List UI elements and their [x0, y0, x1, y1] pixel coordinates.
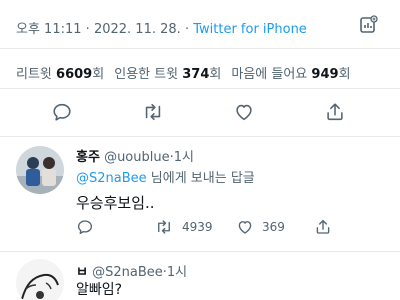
reply-button[interactable] — [76, 218, 102, 236]
like-count: 369 — [262, 220, 285, 234]
reply-time: 1시 — [173, 150, 194, 165]
user-handle[interactable]: @uoublue — [104, 150, 170, 165]
tweet-time: 오후 11:11 — [16, 22, 82, 37]
reply-icon — [53, 103, 71, 121]
reply-button[interactable] — [49, 99, 75, 125]
reply-text: 우승후보임.. — [76, 194, 155, 212]
avatar-photo — [16, 146, 64, 194]
tweet-date: 2022. 11. 28. — [93, 22, 181, 37]
display-name[interactable]: 홍주 — [76, 150, 100, 165]
reply-icon — [77, 220, 93, 235]
tweet-stats: 리트윗 6609회 인용한 트윗 374회 마음에 들어요 949회 — [16, 63, 351, 82]
retweet-count: 4939 — [182, 220, 213, 234]
mention-link[interactable]: @S2naBee — [76, 171, 147, 186]
share-icon — [316, 219, 330, 234]
replying-to: @S2naBee 님에게 보내는 답글 — [76, 171, 255, 186]
analytics-icon[interactable] — [358, 15, 378, 35]
display-name[interactable]: ㅂ — [76, 265, 88, 280]
reply-header: ㅂ @S2naBee·1시 — [76, 265, 188, 280]
like-icon — [236, 104, 252, 121]
divider — [0, 136, 400, 137]
reply-text: 알빠임? — [76, 282, 123, 298]
retweet-icon — [145, 103, 161, 121]
user-handle[interactable]: @S2naBee — [92, 265, 163, 280]
divider — [0, 48, 400, 49]
reply-header: 홍주 @uoublue·1시 — [76, 150, 194, 165]
reply-time: 1시 — [166, 265, 188, 280]
divider — [0, 251, 400, 252]
likes-stat[interactable]: 마음에 들어요 949회 — [231, 67, 350, 82]
meta-separator: · — [184, 22, 190, 37]
divider — [0, 88, 400, 89]
like-button[interactable] — [231, 99, 257, 125]
tweet-action-bar — [0, 99, 400, 127]
retweet-button[interactable] — [140, 99, 166, 125]
retweet-button[interactable]: 4939 — [154, 218, 213, 236]
share-button[interactable] — [314, 218, 332, 236]
reply-action-bar: 4939 369 — [76, 218, 396, 240]
avatar[interactable] — [16, 259, 64, 300]
meta-separator: · — [85, 22, 90, 37]
quotes-stat[interactable]: 인용한 트윗 374회 — [114, 67, 221, 82]
like-button[interactable]: 369 — [236, 218, 285, 236]
tweet-meta: 오후 11:11 · 2022. 11. 28. · Twitter for i… — [16, 18, 307, 37]
avatar[interactable] — [16, 146, 64, 194]
retweet-icon — [158, 220, 170, 234]
tweet-source-link[interactable]: Twitter for iPhone — [193, 22, 307, 37]
share-icon — [327, 103, 343, 121]
share-button[interactable] — [322, 99, 348, 125]
retweets-stat[interactable]: 리트윗 6609회 — [16, 67, 104, 82]
avatar-photo — [16, 259, 64, 300]
like-icon — [238, 221, 252, 234]
